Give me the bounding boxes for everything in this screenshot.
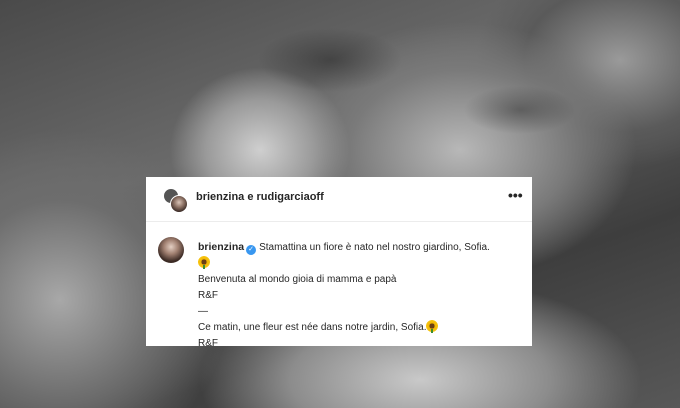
post-caption: brienzina ✓ Stamattina un fiore è nato nel… <box>198 239 518 352</box>
caption-text-1: Stamattina un fiore è nato nel nostro gi… <box>259 242 490 253</box>
caption-line-2 <box>198 256 518 272</box>
instagram-post-card: brienzina e rudigarciaoff ••• brienzina ✓… <box>146 177 532 349</box>
sunflower-emoji-icon <box>198 256 210 269</box>
post-authors[interactable]: brienzina e rudigarciaoff <box>196 191 324 203</box>
caption-avatar[interactable] <box>158 237 184 263</box>
caption-line-6: Ce matin, une fleur est née dans notre j… <box>198 320 518 336</box>
caption-username[interactable]: brienzina <box>198 241 244 253</box>
more-options-icon[interactable]: ••• <box>508 188 523 202</box>
caption-text-4: R&F <box>198 290 218 301</box>
collab-avatars[interactable] <box>163 188 188 213</box>
caption-text-6: Ce matin, une fleur est née dans notre j… <box>198 322 427 333</box>
caption-text-3: Benvenuta al mondo gioia di mamma e papà <box>198 274 397 285</box>
post-header: brienzina e rudigarciaoff ••• <box>146 177 532 222</box>
caption-line-1: brienzina ✓ Stamattina un fiore è nato nel… <box>198 239 518 256</box>
verified-badge-icon: ✓ <box>246 245 257 255</box>
avatar-brienzina[interactable] <box>170 195 188 213</box>
caption-text-7: R&F <box>198 338 218 349</box>
sunflower-emoji-icon <box>426 320 439 333</box>
caption-separator: — <box>198 306 208 317</box>
